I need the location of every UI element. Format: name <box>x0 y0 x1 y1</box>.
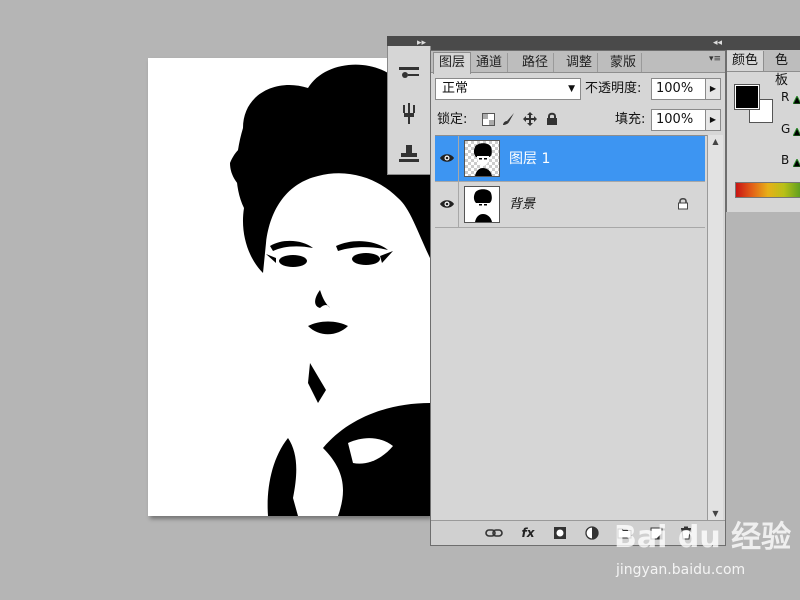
layer-name[interactable]: 图层 1 <box>509 136 550 182</box>
visibility-cell <box>435 182 459 227</box>
layer-thumbnail <box>464 186 500 223</box>
tab-layers[interactable]: 图层 <box>433 52 472 74</box>
lock-all-icon[interactable] <box>545 112 559 126</box>
color-panel: 颜色 色板 R G B <box>726 50 800 212</box>
layer-thumbnail <box>464 140 500 177</box>
channel-g-label: G <box>781 122 791 136</box>
layers-panel-tabs: 图层 通道 路径 调整 蒙版 ▾≡ <box>431 51 725 74</box>
collapse-arrows-icon[interactable]: ◂◂ <box>713 36 722 50</box>
layers-scrollbar[interactable]: ▲ ▼ <box>707 135 723 521</box>
watermark-url: jingyan.baidu.com <box>616 562 746 578</box>
slider-triangle-icon[interactable] <box>793 96 800 104</box>
clone-source-icon[interactable] <box>396 142 422 166</box>
link-layers-icon[interactable] <box>485 525 503 541</box>
channel-r-label: R <box>781 90 790 104</box>
tab-swatches[interactable]: 色板 <box>770 51 800 88</box>
lock-transparent-icon[interactable] <box>481 112 495 126</box>
lock-image-icon[interactable] <box>502 112 516 126</box>
opacity-input[interactable]: 100% <box>651 78 707 100</box>
layers-list: 图层 1 背景 <box>435 135 723 522</box>
layer-lock-icon <box>677 197 691 211</box>
tab-masks[interactable]: 蒙版 <box>605 53 643 72</box>
visibility-cell <box>435 136 459 181</box>
layers-panel: 图层 通道 路径 调整 蒙版 ▾≡ 正常 ▼ 不透明度: 100% ▶ 锁定: … <box>430 50 726 546</box>
fill-slider-button[interactable]: ▶ <box>705 109 721 131</box>
add-mask-icon[interactable] <box>551 525 569 541</box>
color-panel-tabs: 颜色 色板 <box>727 50 800 88</box>
eye-icon[interactable] <box>437 194 457 214</box>
opacity-slider-button[interactable]: ▶ <box>705 78 721 100</box>
layer-style-fx-icon[interactable]: fx <box>519 525 537 541</box>
tool-presets-icon[interactable] <box>396 60 422 84</box>
brush-presets-icon[interactable] <box>396 102 422 126</box>
tab-color[interactable]: 颜色 <box>727 51 765 71</box>
fill-label: 填充: <box>615 112 646 127</box>
fill-input[interactable]: 100% <box>651 109 707 131</box>
watermark: Bai du 经验 jingyan.baidu.com <box>614 512 800 582</box>
foreground-color-swatch[interactable] <box>734 84 760 110</box>
tab-channels[interactable]: 通道 <box>471 53 509 72</box>
blend-mode-value: 正常 <box>442 81 469 96</box>
panel-menu-icon[interactable]: ▾≡ <box>709 54 721 64</box>
lock-label: 锁定: <box>437 112 468 127</box>
scroll-up-icon[interactable]: ▲ <box>708 135 723 149</box>
chevron-down-icon: ▼ <box>568 84 575 94</box>
layer-row-layer1[interactable]: 图层 1 <box>435 136 705 182</box>
channel-b-label: B <box>781 153 790 167</box>
tab-adjustments[interactable]: 调整 <box>561 53 599 72</box>
blend-mode-select[interactable]: 正常 ▼ <box>435 78 581 100</box>
layer-name[interactable]: 背景 <box>509 182 535 228</box>
color-ramp[interactable] <box>735 182 800 198</box>
panel-dock-header[interactable]: ▸▸ ◂◂ <box>387 36 800 50</box>
watermark-brand: Bai du 经验 <box>614 520 792 555</box>
layer-row-background[interactable]: 背景 <box>435 182 705 228</box>
collapsed-panel-strip <box>387 46 431 175</box>
slider-triangle-icon[interactable] <box>793 128 800 136</box>
tab-paths[interactable]: 路径 <box>517 53 555 72</box>
adjustment-layer-icon[interactable] <box>583 525 601 541</box>
eye-icon[interactable] <box>437 148 457 168</box>
opacity-label: 不透明度: <box>585 81 642 96</box>
lock-position-icon[interactable] <box>523 112 537 126</box>
slider-triangle-icon[interactable] <box>793 159 800 167</box>
